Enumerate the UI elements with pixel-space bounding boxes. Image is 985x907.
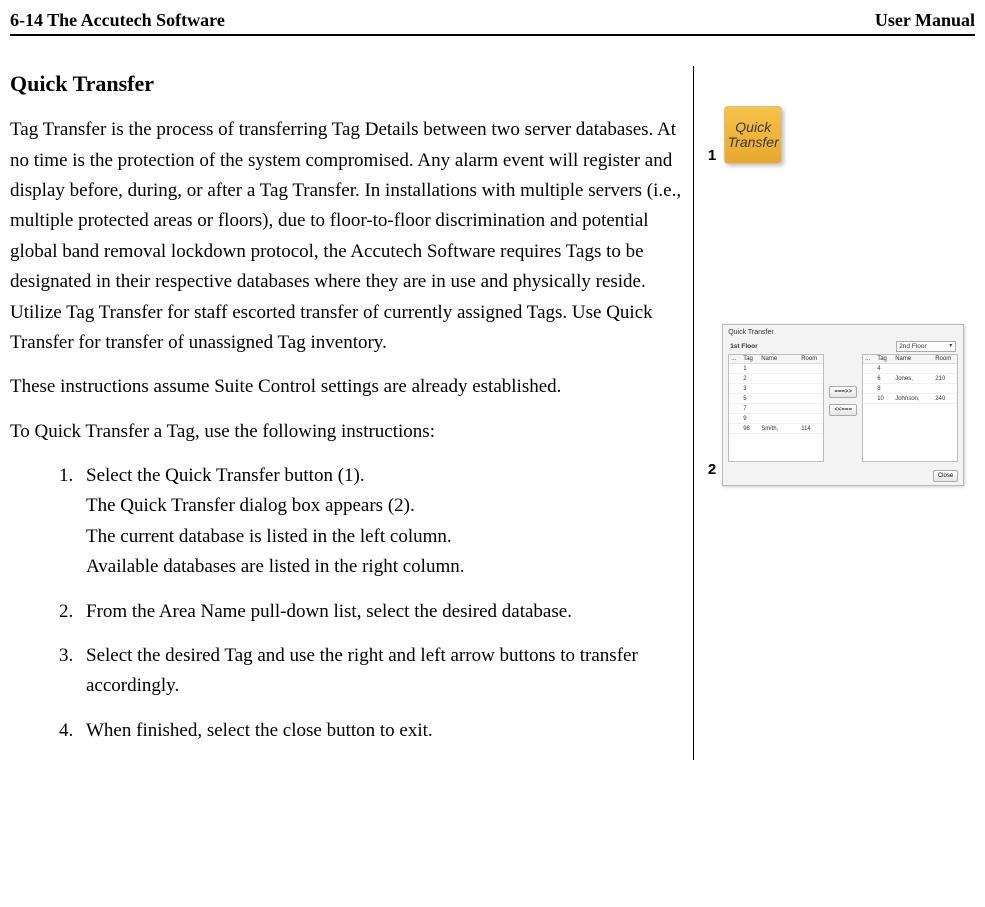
left-listbox[interactable]: ... Tag Name Room 1 2 3 5 7 9 98Smith,1 (728, 354, 824, 462)
figure-1-number: 1 (708, 147, 716, 164)
figure-2-block: 2 Quick Transfer 1st Floor ... Tag Name … (708, 324, 975, 486)
list-item[interactable]: 6Jones,210 (863, 374, 957, 384)
left-floor-label: 1st Floor (728, 340, 824, 352)
list-item[interactable]: 7 (729, 404, 823, 414)
header-right: User Manual (875, 10, 975, 31)
section-title: Quick Transfer (10, 66, 683, 101)
main-column: Quick Transfer Tag Transfer is the proce… (10, 66, 693, 760)
quick-transfer-icon[interactable]: Quick Transfer (724, 106, 782, 164)
step-1-line-a: Select the Quick Transfer button (1). (86, 461, 683, 491)
left-list-header: ... Tag Name Room (729, 355, 823, 364)
move-left-button[interactable]: <<=== (829, 404, 857, 416)
list-item[interactable]: 9 (729, 414, 823, 424)
dialog-footer: Close (723, 467, 963, 485)
paragraph-2: These instructions assume Suite Control … (10, 372, 683, 402)
step-2: From the Area Name pull-down list, selec… (78, 597, 683, 627)
left-list-column: 1st Floor ... Tag Name Room 1 2 3 5 (728, 340, 824, 462)
close-button[interactable]: Close (933, 470, 958, 482)
figure-2-number: 2 (708, 461, 716, 478)
figure-1-block: 1 Quick Transfer (708, 106, 975, 164)
header-left: 6-14 The Accutech Software (10, 10, 225, 31)
step-3: Select the desired Tag and use the right… (78, 641, 683, 702)
select-value: 2nd Floor (899, 343, 926, 350)
step-1-line-c: The current database is listed in the le… (86, 522, 683, 552)
move-right-button[interactable]: ===>> (829, 386, 857, 398)
page-header: 6-14 The Accutech Software User Manual (10, 10, 975, 34)
icon-text-top: Quick (735, 119, 771, 135)
list-item[interactable]: 4 (863, 364, 957, 374)
transfer-buttons-column: ===>> <<=== (828, 340, 858, 462)
list-item[interactable]: 10Johnson,240 (863, 394, 957, 404)
right-floor-select-wrap: 2nd Floor ▼ (862, 340, 958, 352)
steps-list: Select the Quick Transfer button (1). Th… (10, 461, 683, 746)
paragraph-1: Tag Transfer is the process of transferr… (10, 115, 683, 358)
dialog-title: Quick Transfer (723, 325, 963, 338)
list-item[interactable]: 1 (729, 364, 823, 374)
right-list-header: ... Tag Name Room (863, 355, 957, 364)
chevron-down-icon: ▼ (948, 343, 953, 349)
step-4: When finished, select the close button t… (78, 716, 683, 746)
list-item[interactable]: 3 (729, 384, 823, 394)
icon-text-bottom: Transfer (728, 134, 779, 150)
list-item[interactable]: 98Smith,114 (729, 424, 823, 434)
list-item[interactable]: 5 (729, 394, 823, 404)
side-column: 1 Quick Transfer 2 Quick Transfer 1st Fl… (693, 66, 975, 760)
list-item[interactable]: 2 (729, 374, 823, 384)
quick-transfer-dialog: Quick Transfer 1st Floor ... Tag Name Ro… (722, 324, 964, 486)
right-list-column: 2nd Floor ▼ ... Tag Name Room 4 (862, 340, 958, 462)
step-1-line-d: Available databases are listed in the ri… (86, 552, 683, 582)
header-rule (10, 34, 975, 36)
step-1: Select the Quick Transfer button (1). Th… (78, 461, 683, 583)
list-item[interactable]: 8 (863, 384, 957, 394)
right-listbox[interactable]: ... Tag Name Room 4 6Jones,210 8 10Johns… (862, 354, 958, 462)
step-1-line-b: The Quick Transfer dialog box appears (2… (86, 491, 683, 521)
area-name-select[interactable]: 2nd Floor ▼ (896, 341, 956, 352)
paragraph-3: To Quick Transfer a Tag, use the followi… (10, 417, 683, 447)
